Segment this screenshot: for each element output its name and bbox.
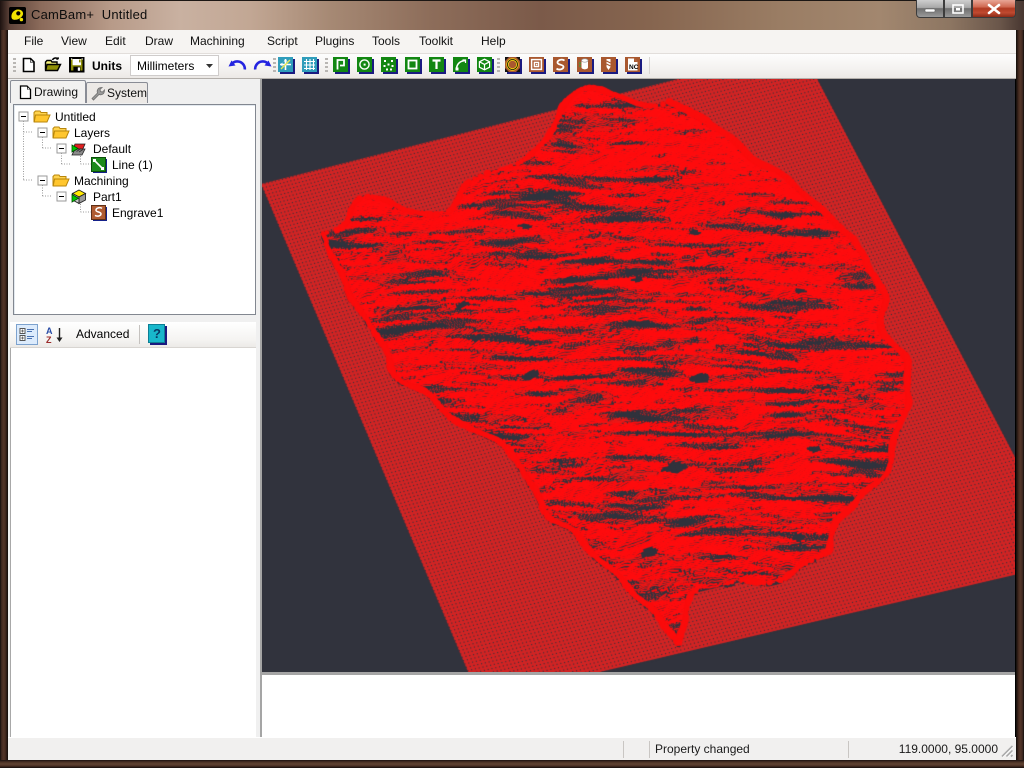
svg-text:NC: NC [629,64,639,71]
svg-text:Z: Z [46,335,52,345]
